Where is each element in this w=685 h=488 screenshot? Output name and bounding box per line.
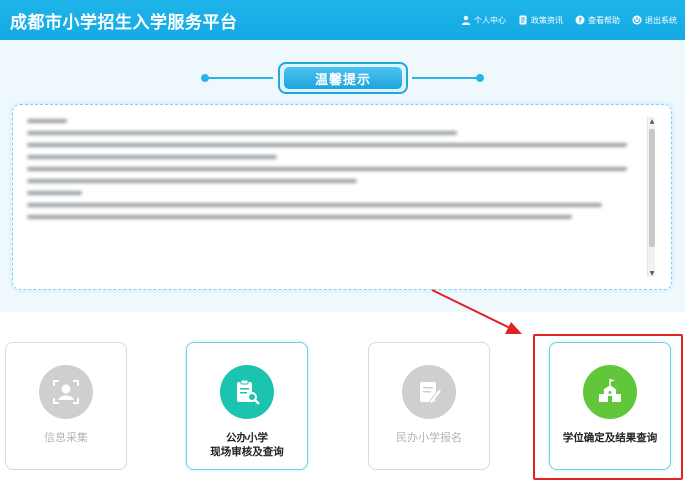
card-label: 信息采集 bbox=[44, 431, 88, 444]
nav-label: 查看帮助 bbox=[588, 15, 620, 25]
power-icon bbox=[632, 15, 642, 25]
svg-text:?: ? bbox=[578, 17, 582, 25]
card-private-school-signup[interactable]: 民办小学报名 bbox=[368, 342, 490, 470]
face-scan-icon bbox=[39, 365, 93, 419]
card-label: 公办小学 现场审核及查询 bbox=[210, 432, 284, 458]
app-header: 成都市小学招生入学服务平台 个人中心 政策资讯 ? 查看帮助 退出系统 bbox=[0, 0, 685, 40]
heading-divider bbox=[412, 77, 480, 79]
scroll-down-icon[interactable]: ▼ bbox=[648, 269, 656, 277]
notice-title: 温馨提示 bbox=[284, 67, 402, 89]
scroll-up-icon[interactable]: ▲ bbox=[648, 117, 656, 125]
notice-title-badge: 温馨提示 bbox=[278, 62, 408, 94]
top-nav: 个人中心 政策资讯 ? 查看帮助 退出系统 bbox=[461, 15, 677, 26]
notice-scrollbar[interactable]: ▲ ▼ bbox=[647, 117, 655, 277]
notice-text-blurred bbox=[27, 119, 637, 279]
edit-form-icon bbox=[402, 365, 456, 419]
nav-logout[interactable]: 退出系统 bbox=[632, 15, 677, 26]
nav-label: 退出系统 bbox=[645, 15, 677, 25]
notice-heading: 温馨提示 bbox=[0, 60, 685, 96]
card-info-collection[interactable]: 信息采集 bbox=[5, 342, 127, 470]
scroll-thumb[interactable] bbox=[649, 129, 655, 247]
app-title: 成都市小学招生入学服务平台 bbox=[10, 12, 238, 33]
heading-divider bbox=[205, 77, 273, 79]
red-highlight-frame bbox=[533, 334, 683, 480]
card-label: 民办小学报名 bbox=[396, 431, 462, 444]
card-public-school-review[interactable]: 公办小学 现场审核及查询 bbox=[186, 342, 308, 470]
notice-section: 温馨提示 ▲ ▼ bbox=[0, 40, 685, 312]
nav-policy-news[interactable]: 政策资讯 bbox=[518, 15, 563, 26]
help-icon: ? bbox=[575, 15, 585, 25]
clipboard-search-icon bbox=[220, 365, 274, 419]
user-icon bbox=[461, 15, 471, 25]
nav-label: 个人中心 bbox=[474, 15, 506, 25]
document-icon bbox=[518, 15, 528, 25]
nav-help[interactable]: ? 查看帮助 bbox=[575, 15, 620, 26]
nav-label: 政策资讯 bbox=[531, 15, 563, 25]
notice-text-box[interactable]: ▲ ▼ bbox=[12, 104, 672, 290]
heading-ornament bbox=[476, 74, 484, 82]
nav-personal-center[interactable]: 个人中心 bbox=[461, 15, 506, 26]
service-cards: 信息采集 公办小学 现场审核及查询 民办小学报名 学位确定及结果查询 bbox=[0, 312, 685, 488]
